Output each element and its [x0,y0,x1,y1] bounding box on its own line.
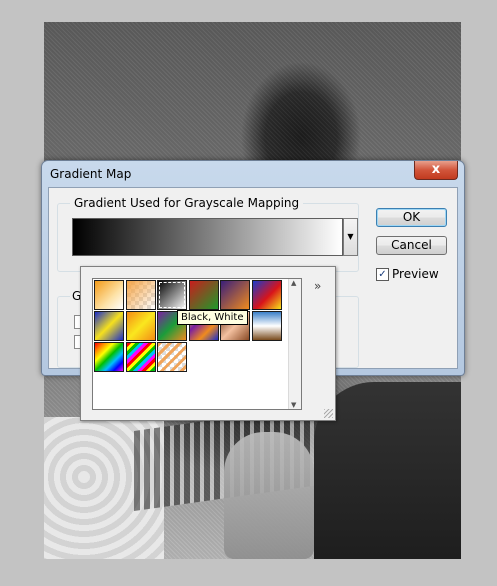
gradient-presets-list: ▲ ▼ [92,278,302,410]
gradient-group-label: Gradient Used for Grayscale Mapping [70,196,304,210]
gradient-preset-blue-yellow-blue[interactable] [94,311,124,341]
preview-label: Preview [392,267,439,281]
ok-button[interactable]: OK [376,208,447,227]
dialog-title: Gradient Map [50,167,132,181]
gradient-preset-orange-white[interactable] [94,280,124,310]
gradient-preset-violet-orange[interactable] [220,280,250,310]
picker-menu-button[interactable]: » [314,279,321,293]
gradient-preset-transparent-stripes[interactable] [157,342,187,372]
gradient-tooltip: Black, White [177,310,248,325]
photo-arm [224,432,314,559]
gradient-preset-orange-transparent[interactable] [125,280,156,310]
gradient-picker-popup: ▲ ▼ » [80,266,336,421]
scroll-up-icon[interactable]: ▲ [291,279,296,287]
preset-scrollbar[interactable]: ▲ ▼ [288,279,301,409]
gradient-preset-chrome[interactable] [251,311,282,341]
cancel-button[interactable]: Cancel [376,236,447,255]
gradient-preset-transparent-rainbow[interactable] [125,342,156,372]
close-button[interactable]: x [414,161,458,180]
gradient-preset-black-white[interactable] [157,280,187,310]
preview-checkbox[interactable]: ✓ [376,268,389,281]
close-icon: x [431,162,441,177]
photo-jeans [314,382,461,559]
gradient-group: Gradient Used for Grayscale Mapping ▼ [57,196,359,272]
scroll-down-icon[interactable]: ▼ [291,401,296,409]
gradient-preset-orange-yellow-orange[interactable] [125,311,156,341]
gradient-preset-blue-red-yellow[interactable] [251,280,282,310]
gradient-preset-red-green[interactable] [188,280,219,310]
gradient-preset-spectrum[interactable] [94,342,124,372]
checkmark-icon: ✓ [378,269,387,280]
resize-grip-icon[interactable] [324,409,333,418]
gradient-preview-bar[interactable] [72,218,343,256]
chevron-down-icon: ▼ [347,232,354,241]
gradient-dropdown-button[interactable]: ▼ [343,218,358,256]
dialog-titlebar[interactable]: Gradient Map x [42,161,464,187]
